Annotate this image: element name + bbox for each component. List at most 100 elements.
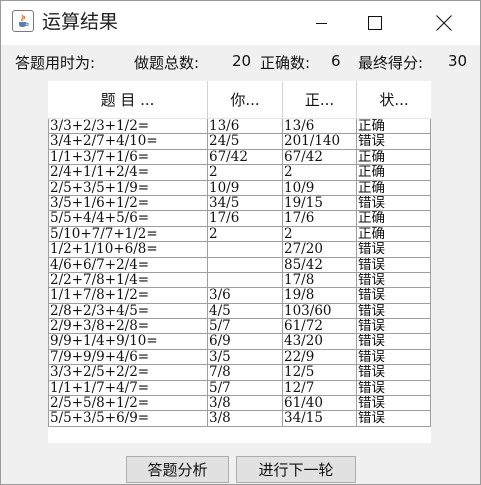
close-button[interactable] [421, 1, 467, 45]
question-cell: 2/4+1/1+2/4= [48, 165, 208, 181]
column-header-status[interactable]: 状... [357, 81, 431, 119]
correct-answer-cell: 2 [283, 165, 357, 181]
minimize-icon [316, 23, 327, 24]
status-cell: 正确 [357, 149, 431, 166]
table-row[interactable]: 1/1+7/8+1/2= 3/6 19/8 错误 [48, 288, 431, 304]
time-label: 答题用时为: [15, 54, 96, 72]
question-cell: 3/5+1/6+1/2= [48, 195, 208, 212]
table-row[interactable]: 3/4+2/7+4/10= 24/5 201/140 错误 [48, 134, 431, 150]
your-answer-cell: 24/5 [208, 134, 283, 150]
your-answer-cell: 7/8 [208, 365, 283, 381]
table-row[interactable]: 3/3+2/3+1/2= 13/6 13/6 正确 [48, 119, 431, 135]
question-cell: 2/5+5/8+1/2= [48, 396, 208, 412]
status-cell: 错误 [357, 288, 431, 304]
table-row[interactable]: 5/5+3/5+6/9= 3/8 34/15 错误 [48, 411, 431, 427]
table-row[interactable]: 5/5+4/4+5/6= 17/6 17/6 正确 [48, 211, 431, 227]
your-answer-cell: 10/9 [208, 180, 283, 196]
java-cup-icon [12, 10, 34, 32]
your-answer-cell: 3/6 [208, 288, 283, 304]
column-header-your-answer[interactable]: 你... [208, 81, 283, 119]
question-cell: 2/2+7/8+1/4= [48, 272, 208, 289]
your-answer-cell [208, 242, 283, 258]
table-header: 题 目 ... 你... 正... 状... [48, 81, 431, 119]
your-answer-cell: 3/8 [208, 396, 283, 412]
question-cell: 1/1+1/7+4/7= [48, 380, 208, 397]
correct-answer-cell: 12/5 [283, 365, 357, 381]
status-cell: 错误 [357, 396, 431, 412]
correct-value: 6 [331, 52, 341, 70]
correct-answer-cell: 34/15 [283, 411, 357, 427]
your-answer-cell: 2 [208, 165, 283, 181]
maximize-icon [368, 16, 382, 30]
question-cell: 1/2+1/10+6/8= [48, 242, 208, 258]
question-cell: 5/5+4/4+5/6= [48, 211, 208, 227]
result-window: 运算结果 答题用时为: 做题总数: 20 正确数: 6 最终得分: 30 题 目… [0, 0, 481, 485]
correct-answer-cell: 2 [283, 226, 357, 243]
question-cell: 3/4+2/7+4/10= [48, 134, 208, 150]
stats-bar: 答题用时为: 做题总数: 20 正确数: 6 最终得分: 30 [1, 51, 480, 73]
status-cell: 正确 [357, 165, 431, 181]
correct-answer-cell: 201/140 [283, 134, 357, 150]
your-answer-cell: 67/42 [208, 149, 283, 166]
table-row[interactable]: 2/8+2/3+4/5= 4/5 103/60 错误 [48, 303, 431, 320]
table-row[interactable]: 1/1+3/7+1/6= 67/42 67/42 正确 [48, 149, 431, 166]
score-value: 30 [448, 52, 468, 70]
total-value: 20 [232, 52, 252, 70]
status-cell: 错误 [357, 319, 431, 335]
minimize-button[interactable] [299, 1, 345, 45]
table-row[interactable]: 3/3+2/5+2/2= 7/8 12/5 错误 [48, 365, 431, 381]
close-icon [436, 15, 452, 31]
correct-answer-cell: 19/8 [283, 288, 357, 304]
your-answer-cell: 6/9 [208, 334, 283, 350]
correct-label: 正确数: [260, 54, 311, 72]
question-cell: 1/1+7/8+1/2= [48, 288, 208, 304]
correct-answer-cell: 17/6 [283, 211, 357, 227]
table-row[interactable]: 9/9+1/4+9/10= 6/9 43/20 错误 [48, 334, 431, 350]
score-label: 最终得分: [358, 54, 424, 72]
next-round-button[interactable]: 进行下一轮 [236, 456, 356, 483]
status-cell: 错误 [357, 365, 431, 381]
correct-answer-cell: 22/9 [283, 349, 357, 366]
your-answer-cell [208, 257, 283, 273]
correct-answer-cell: 17/8 [283, 272, 357, 289]
table-row[interactable]: 7/9+9/9+4/6= 3/5 22/9 错误 [48, 349, 431, 366]
question-cell: 5/10+7/7+1/2= [48, 226, 208, 243]
status-cell: 错误 [357, 349, 431, 366]
table-row[interactable]: 2/9+3/8+2/8= 5/7 61/72 错误 [48, 319, 431, 335]
column-header-question[interactable]: 题 目 ... [48, 81, 208, 119]
question-cell: 7/9+9/9+4/6= [48, 349, 208, 366]
analyze-button[interactable]: 答题分析 [126, 456, 229, 483]
correct-answer-cell: 61/72 [283, 319, 357, 335]
question-cell: 2/8+2/3+4/5= [48, 303, 208, 320]
status-cell: 正确 [357, 226, 431, 243]
table-row[interactable]: 4/6+6/7+2/4= 85/42 错误 [48, 257, 431, 273]
table-row[interactable]: 1/2+1/10+6/8= 27/20 错误 [48, 242, 431, 258]
your-answer-cell: 5/7 [208, 319, 283, 335]
table-row[interactable]: 1/1+1/7+4/7= 5/7 12/7 错误 [48, 380, 431, 397]
question-cell: 3/3+2/5+2/2= [48, 365, 208, 381]
table-row[interactable]: 2/5+5/8+1/2= 3/8 61/40 错误 [48, 396, 431, 412]
table-row[interactable]: 2/2+7/8+1/4= 17/8 错误 [48, 272, 431, 289]
correct-answer-cell: 19/15 [283, 195, 357, 212]
table-row[interactable]: 2/5+3/5+1/9= 10/9 10/9 正确 [48, 180, 431, 196]
correct-answer-cell: 13/6 [283, 119, 357, 135]
table-row[interactable]: 3/5+1/6+1/2= 34/5 19/15 错误 [48, 195, 431, 212]
question-cell: 4/6+6/7+2/4= [48, 257, 208, 273]
your-answer-cell: 17/6 [208, 211, 283, 227]
correct-answer-cell: 103/60 [283, 303, 357, 320]
results-table: 题 目 ... 你... 正... 状... 3/3+2/3+1/2= 13/6 1… [48, 81, 431, 443]
your-answer-cell: 13/6 [208, 119, 283, 135]
status-cell: 错误 [357, 303, 431, 320]
table-row[interactable]: 2/4+1/1+2/4= 2 2 正确 [48, 165, 431, 181]
status-cell: 错误 [357, 380, 431, 397]
table-row[interactable]: 5/10+7/7+1/2= 2 2 正确 [48, 226, 431, 243]
status-cell: 错误 [357, 272, 431, 289]
correct-answer-cell: 61/40 [283, 396, 357, 412]
your-answer-cell: 34/5 [208, 195, 283, 212]
correct-answer-cell: 12/7 [283, 380, 357, 397]
maximize-button[interactable] [352, 1, 398, 45]
column-header-correct-answer[interactable]: 正... [283, 81, 357, 119]
your-answer-cell: 3/5 [208, 349, 283, 366]
status-cell: 错误 [357, 334, 431, 350]
title-bar: 运算结果 [1, 1, 480, 45]
